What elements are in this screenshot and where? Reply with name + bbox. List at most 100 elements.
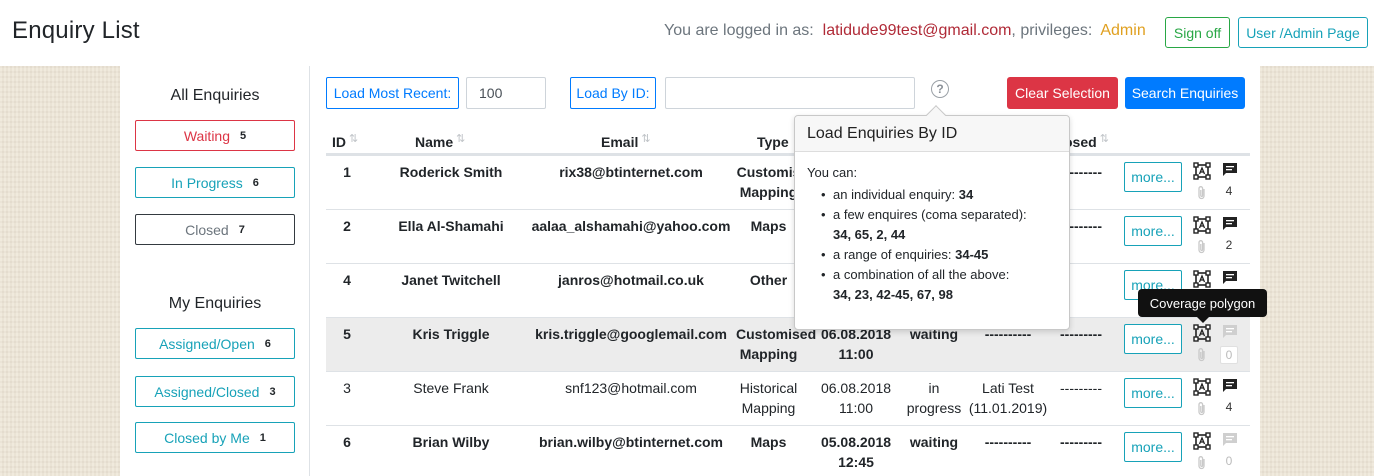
popover-title: Load Enquiries By ID [795, 116, 1069, 152]
sort-icon[interactable]: ⇅ [1100, 133, 1109, 145]
filter-in-progress-button[interactable]: In Progress 6 [135, 167, 295, 198]
coverage-polygon-icon[interactable] [1193, 162, 1211, 180]
date-line2: 11:00 [838, 346, 874, 362]
cell-name: Kris Triggle [412, 326, 490, 342]
filter-closed-by-me-button[interactable]: Closed by Me 1 [135, 422, 295, 453]
comment-icon[interactable] [1222, 216, 1238, 232]
type-line2: Mapping [741, 400, 796, 416]
filter-count: 6 [264, 337, 271, 350]
attachment-icon[interactable] [1196, 239, 1208, 255]
cell-closed: --------- [1060, 434, 1102, 450]
load-by-id-button[interactable]: Load By ID: [570, 77, 656, 109]
cell-name: Roderick Smith [399, 164, 503, 180]
table-row[interactable]: 2 Ella Al-Shamahi aalaa_alshamahi@yahoo.co… [326, 209, 1250, 263]
type-line1: Customised [736, 326, 817, 342]
table-row[interactable]: 5 Kris Triggle kris.triggle@googlemail.com… [326, 317, 1250, 371]
more-button[interactable]: more... [1124, 378, 1182, 408]
attachment-icon[interactable] [1196, 455, 1208, 471]
admin-page-button[interactable]: User /Admin Page [1238, 17, 1368, 48]
privileges-label: , privileges: [1011, 22, 1093, 39]
coverage-polygon-icon[interactable] [1193, 432, 1211, 450]
filter-count: 1 [259, 431, 266, 444]
comment-count: 0 [1225, 454, 1233, 468]
sort-icon[interactable]: ⇅ [456, 133, 465, 145]
attachment-icon[interactable] [1196, 401, 1208, 417]
cell-name: Janet Twitchell [401, 272, 501, 288]
recent-count-input[interactable] [466, 77, 546, 109]
type-line1: Historical [739, 380, 798, 396]
sort-icon[interactable]: ⇅ [641, 133, 650, 145]
cell-id: 6 [343, 434, 351, 450]
cell-type: Customis Mapping [736, 162, 801, 202]
user-email: latidude99test@gmail.com [822, 22, 1012, 39]
comment-count: 4 [1225, 400, 1233, 414]
more-button[interactable]: more... [1124, 324, 1182, 354]
table-row[interactable]: 3 Steve Frank snf123@hotmail.com Historical… [326, 371, 1250, 425]
column-header-name[interactable]: Name ⇅ [415, 133, 465, 150]
column-header-email[interactable]: Email ⇅ [601, 133, 651, 150]
coverage-polygon-icon[interactable] [1193, 270, 1211, 288]
privileges-value: Admin [1100, 22, 1146, 39]
cell-name: Steve Frank [413, 380, 489, 396]
comment-icon[interactable] [1222, 324, 1238, 340]
filter-label: Assigned/Open [159, 335, 255, 352]
status-line1: waiting [909, 434, 959, 450]
cell-id: 3 [343, 380, 351, 396]
coverage-polygon-icon[interactable] [1193, 378, 1211, 396]
filter-label: Waiting [183, 127, 231, 144]
comment-icon[interactable] [1222, 378, 1238, 394]
popover-intro: You can: [807, 165, 858, 180]
comment-icon[interactable] [1222, 162, 1238, 178]
date-line1: 05.08.2018 [820, 434, 892, 450]
cell-id: 2 [343, 218, 351, 234]
coverage-polygon-icon[interactable] [1193, 324, 1211, 342]
popover-item: a combination of all the above:34, 23, 4… [821, 265, 1063, 305]
assigned-line1: ---------- [984, 434, 1032, 450]
column-header-type[interactable]: Type [757, 134, 789, 150]
filter-assigned-closed-button[interactable]: Assigned/Closed 3 [135, 376, 295, 407]
filter-waiting-button[interactable]: Waiting 5 [135, 120, 295, 151]
help-icon[interactable]: ? [931, 80, 949, 98]
cell-id: 4 [343, 272, 351, 288]
filter-count: 5 [240, 129, 247, 142]
comment-icon[interactable] [1222, 270, 1238, 286]
filter-closed-button[interactable]: Closed 7 [135, 214, 295, 245]
coverage-polygon-icon[interactable] [1193, 216, 1211, 234]
search-enquiries-button[interactable]: Search Enquiries [1125, 77, 1245, 109]
cell-date: 05.08.2018 12:45 [816, 432, 896, 472]
sign-off-button[interactable]: Sign off [1165, 17, 1230, 48]
clear-selection-button[interactable]: Clear Selection [1007, 77, 1118, 109]
table-row[interactable]: 6 Brian Wilby brian.wilby@btinternet.com Ma… [326, 425, 1250, 476]
coverage-polygon-tooltip: Coverage polygon [1138, 289, 1267, 323]
type-line1: Maps [750, 434, 787, 450]
table-row[interactable]: 4 Janet Twitchell janros@hotmail.co.uk Othe… [326, 263, 1250, 317]
cell-status: waiting [904, 432, 964, 452]
cell-type: Maps [736, 216, 801, 236]
id-input[interactable] [665, 77, 915, 109]
comment-count: 2 [1225, 238, 1233, 252]
more-button[interactable]: more... [1124, 162, 1182, 192]
more-button[interactable]: more... [1124, 216, 1182, 246]
cell-id: 5 [343, 326, 351, 342]
more-button[interactable]: more... [1124, 432, 1182, 462]
table-row[interactable]: 1 Roderick Smith rix38@btinternet.com Custo… [326, 155, 1250, 209]
column-header-closed[interactable]: osed ⇅ [1064, 133, 1109, 150]
popover-item: a range of enquiries: 34-45 [821, 245, 1063, 265]
date-line1: 06.08.2018 [820, 380, 892, 396]
column-header-id[interactable]: ID ⇅ [332, 133, 358, 150]
comment-icon[interactable] [1222, 432, 1238, 448]
type-line1: Customis [736, 164, 801, 180]
attachment-icon[interactable] [1196, 347, 1208, 363]
filter-label: Closed by Me [164, 429, 250, 446]
all-enquiries-title: All Enquiries [170, 87, 260, 104]
sort-icon[interactable]: ⇅ [349, 133, 358, 145]
filter-count: 6 [252, 176, 259, 189]
popover-item: a few enquires (coma separated):34, 65, … [821, 205, 1063, 245]
cell-email: brian.wilby@btinternet.com [538, 434, 723, 450]
assigned-line1: Lati Test [982, 380, 1034, 396]
load-most-recent-button[interactable]: Load Most Recent: [326, 77, 459, 109]
load-by-id-popover: Load Enquiries By ID You can: an individ… [794, 105, 1070, 330]
filter-label: In Progress [171, 174, 243, 191]
attachment-icon[interactable] [1196, 185, 1208, 201]
filter-assigned-open-button[interactable]: Assigned/Open 6 [135, 328, 295, 359]
